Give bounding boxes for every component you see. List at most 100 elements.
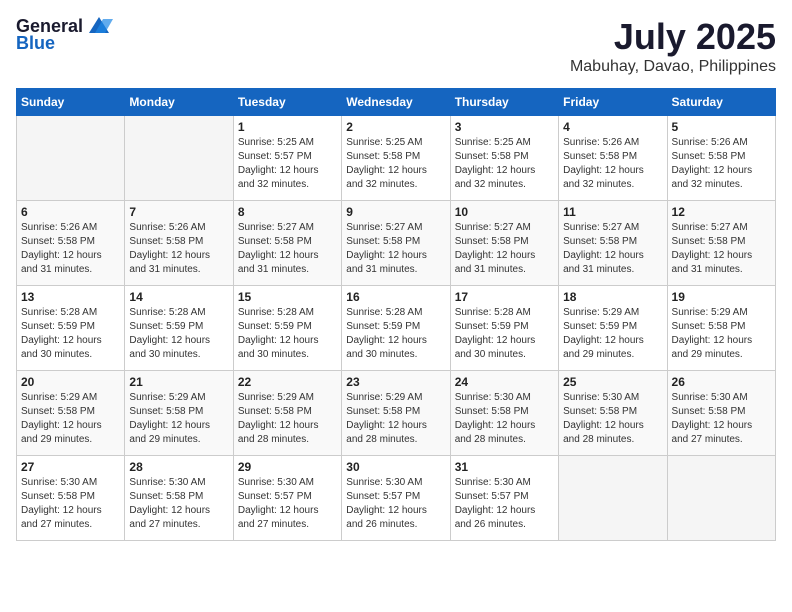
calendar-cell xyxy=(559,456,667,541)
day-info: Sunrise: 5:30 AM Sunset: 5:58 PM Dayligh… xyxy=(455,391,554,447)
calendar-cell: 25Sunrise: 5:30 AM Sunset: 5:58 PM Dayli… xyxy=(559,371,667,456)
day-number: 19 xyxy=(672,290,771,304)
day-number: 3 xyxy=(455,120,554,134)
calendar-cell: 13 Sunrise: 5:28 AM Sunset: 5:59 PM Dayli… xyxy=(17,286,125,371)
day-info: Sunrise: 5:29 AM Sunset: 5:58 PM Dayligh… xyxy=(672,306,771,362)
day-number: 16 xyxy=(346,290,445,304)
calendar-week-row: 13 Sunrise: 5:28 AM Sunset: 5:59 PM Dayli… xyxy=(17,286,776,371)
day-number: 15 xyxy=(238,290,337,304)
calendar-cell: 31 Sunrise: 5:30 AM Sunset: 5:57 PM Dayli… xyxy=(450,456,558,541)
calendar-cell: 2Sunrise: 5:25 AM Sunset: 5:58 PM Daylig… xyxy=(342,116,450,201)
day-info: Sunrise: 5:27 AM Sunset: 5:58 PM Dayligh… xyxy=(346,221,445,277)
day-number: 8 xyxy=(238,205,337,219)
day-number: 26 xyxy=(672,375,771,389)
logo-icon xyxy=(85,15,113,37)
day-number: 1 xyxy=(238,120,337,134)
calendar-cell: 29Sunrise: 5:30 AM Sunset: 5:57 PM Dayli… xyxy=(233,456,341,541)
calendar-cell: 21 Sunrise: 5:29 AM Sunset: 5:58 PM Dayli… xyxy=(125,371,233,456)
calendar-cell: 11 Sunrise: 5:27 AM Sunset: 5:58 PM Dayli… xyxy=(559,201,667,286)
day-number: 10 xyxy=(455,205,554,219)
calendar-cell: 17Sunrise: 5:28 AM Sunset: 5:59 PM Dayli… xyxy=(450,286,558,371)
day-info: Sunrise: 5:26 AM Sunset: 5:58 PM Dayligh… xyxy=(21,221,120,277)
calendar-cell: 9 Sunrise: 5:27 AM Sunset: 5:58 PM Daylig… xyxy=(342,201,450,286)
day-info: Sunrise: 5:26 AM Sunset: 5:58 PM Dayligh… xyxy=(672,136,771,192)
calendar-week-row: 6 Sunrise: 5:26 AM Sunset: 5:58 PM Daylig… xyxy=(17,201,776,286)
day-number: 2 xyxy=(346,120,445,134)
day-info: Sunrise: 5:28 AM Sunset: 5:59 PM Dayligh… xyxy=(21,306,120,362)
day-number: 23 xyxy=(346,375,445,389)
day-info: Sunrise: 5:30 AM Sunset: 5:57 PM Dayligh… xyxy=(346,476,445,532)
day-number: 24 xyxy=(455,375,554,389)
weekday-header-monday: Monday xyxy=(125,89,233,116)
calendar-cell: 10 Sunrise: 5:27 AM Sunset: 5:58 PM Dayli… xyxy=(450,201,558,286)
day-info: Sunrise: 5:29 AM Sunset: 5:58 PM Dayligh… xyxy=(238,391,337,447)
month-title: July 2025 xyxy=(570,16,776,58)
calendar-cell: 4Sunrise: 5:26 AM Sunset: 5:58 PM Daylig… xyxy=(559,116,667,201)
day-info: Sunrise: 5:29 AM Sunset: 5:58 PM Dayligh… xyxy=(129,391,228,447)
calendar-cell: 15 Sunrise: 5:28 AM Sunset: 5:59 PM Dayli… xyxy=(233,286,341,371)
weekday-header-sunday: Sunday xyxy=(17,89,125,116)
day-number: 21 xyxy=(129,375,228,389)
weekday-header-wednesday: Wednesday xyxy=(342,89,450,116)
calendar-cell: 18 Sunrise: 5:29 AM Sunset: 5:59 PM Dayli… xyxy=(559,286,667,371)
day-info: Sunrise: 5:25 AM Sunset: 5:57 PM Dayligh… xyxy=(238,136,337,192)
day-number: 28 xyxy=(129,460,228,474)
day-number: 11 xyxy=(563,205,662,219)
calendar-cell xyxy=(17,116,125,201)
day-info: Sunrise: 5:29 AM Sunset: 5:58 PM Dayligh… xyxy=(346,391,445,447)
logo-text-blue: Blue xyxy=(16,33,55,54)
calendar-cell: 24 Sunrise: 5:30 AM Sunset: 5:58 PM Dayli… xyxy=(450,371,558,456)
day-number: 4 xyxy=(563,120,662,134)
location-title: Mabuhay, Davao, Philippines xyxy=(570,58,776,76)
calendar-cell: 3 Sunrise: 5:25 AM Sunset: 5:58 PM Daylig… xyxy=(450,116,558,201)
calendar-week-row: 27Sunrise: 5:30 AM Sunset: 5:58 PM Dayli… xyxy=(17,456,776,541)
day-info: Sunrise: 5:27 AM Sunset: 5:58 PM Dayligh… xyxy=(672,221,771,277)
calendar-cell: 22 Sunrise: 5:29 AM Sunset: 5:58 PM Dayli… xyxy=(233,371,341,456)
day-number: 17 xyxy=(455,290,554,304)
calendar-cell: 26 Sunrise: 5:30 AM Sunset: 5:58 PM Dayli… xyxy=(667,371,775,456)
day-number: 13 xyxy=(21,290,120,304)
day-info: Sunrise: 5:27 AM Sunset: 5:58 PM Dayligh… xyxy=(238,221,337,277)
calendar-cell: 16Sunrise: 5:28 AM Sunset: 5:59 PM Dayli… xyxy=(342,286,450,371)
calendar-cell: 28 Sunrise: 5:30 AM Sunset: 5:58 PM Dayli… xyxy=(125,456,233,541)
day-number: 6 xyxy=(21,205,120,219)
title-block: July 2025 Mabuhay, Davao, Philippines xyxy=(570,16,776,76)
calendar-cell xyxy=(667,456,775,541)
calendar-cell: 12Sunrise: 5:27 AM Sunset: 5:58 PM Dayli… xyxy=(667,201,775,286)
day-info: Sunrise: 5:30 AM Sunset: 5:58 PM Dayligh… xyxy=(129,476,228,532)
weekday-header-row: SundayMondayTuesdayWednesdayThursdayFrid… xyxy=(17,89,776,116)
calendar-cell: 19 Sunrise: 5:29 AM Sunset: 5:58 PM Dayli… xyxy=(667,286,775,371)
day-info: Sunrise: 5:30 AM Sunset: 5:57 PM Dayligh… xyxy=(455,476,554,532)
day-number: 18 xyxy=(563,290,662,304)
day-number: 7 xyxy=(129,205,228,219)
calendar-cell: 30Sunrise: 5:30 AM Sunset: 5:57 PM Dayli… xyxy=(342,456,450,541)
day-number: 25 xyxy=(563,375,662,389)
calendar-cell: 1 Sunrise: 5:25 AM Sunset: 5:57 PM Daylig… xyxy=(233,116,341,201)
day-info: Sunrise: 5:26 AM Sunset: 5:58 PM Dayligh… xyxy=(129,221,228,277)
day-number: 9 xyxy=(346,205,445,219)
calendar-week-row: 1 Sunrise: 5:25 AM Sunset: 5:57 PM Daylig… xyxy=(17,116,776,201)
page-header: General Blue July 2025 Mabuhay, Davao, P… xyxy=(16,16,776,76)
calendar-cell: 7 Sunrise: 5:26 AM Sunset: 5:58 PM Daylig… xyxy=(125,201,233,286)
day-info: Sunrise: 5:27 AM Sunset: 5:58 PM Dayligh… xyxy=(563,221,662,277)
weekday-header-thursday: Thursday xyxy=(450,89,558,116)
day-number: 29 xyxy=(238,460,337,474)
calendar-cell: 23 Sunrise: 5:29 AM Sunset: 5:58 PM Dayli… xyxy=(342,371,450,456)
logo: General Blue xyxy=(16,16,113,54)
day-info: Sunrise: 5:28 AM Sunset: 5:59 PM Dayligh… xyxy=(238,306,337,362)
day-info: Sunrise: 5:30 AM Sunset: 5:58 PM Dayligh… xyxy=(21,476,120,532)
weekday-header-saturday: Saturday xyxy=(667,89,775,116)
day-info: Sunrise: 5:27 AM Sunset: 5:58 PM Dayligh… xyxy=(455,221,554,277)
day-number: 31 xyxy=(455,460,554,474)
day-info: Sunrise: 5:30 AM Sunset: 5:58 PM Dayligh… xyxy=(672,391,771,447)
weekday-header-friday: Friday xyxy=(559,89,667,116)
calendar-cell: 8 Sunrise: 5:27 AM Sunset: 5:58 PM Daylig… xyxy=(233,201,341,286)
day-number: 22 xyxy=(238,375,337,389)
weekday-header-tuesday: Tuesday xyxy=(233,89,341,116)
calendar-cell: 6 Sunrise: 5:26 AM Sunset: 5:58 PM Daylig… xyxy=(17,201,125,286)
calendar-cell: 20Sunrise: 5:29 AM Sunset: 5:58 PM Dayli… xyxy=(17,371,125,456)
calendar-table: SundayMondayTuesdayWednesdayThursdayFrid… xyxy=(16,88,776,541)
day-info: Sunrise: 5:29 AM Sunset: 5:59 PM Dayligh… xyxy=(563,306,662,362)
day-info: Sunrise: 5:25 AM Sunset: 5:58 PM Dayligh… xyxy=(455,136,554,192)
calendar-cell: 5Sunrise: 5:26 AM Sunset: 5:58 PM Daylig… xyxy=(667,116,775,201)
